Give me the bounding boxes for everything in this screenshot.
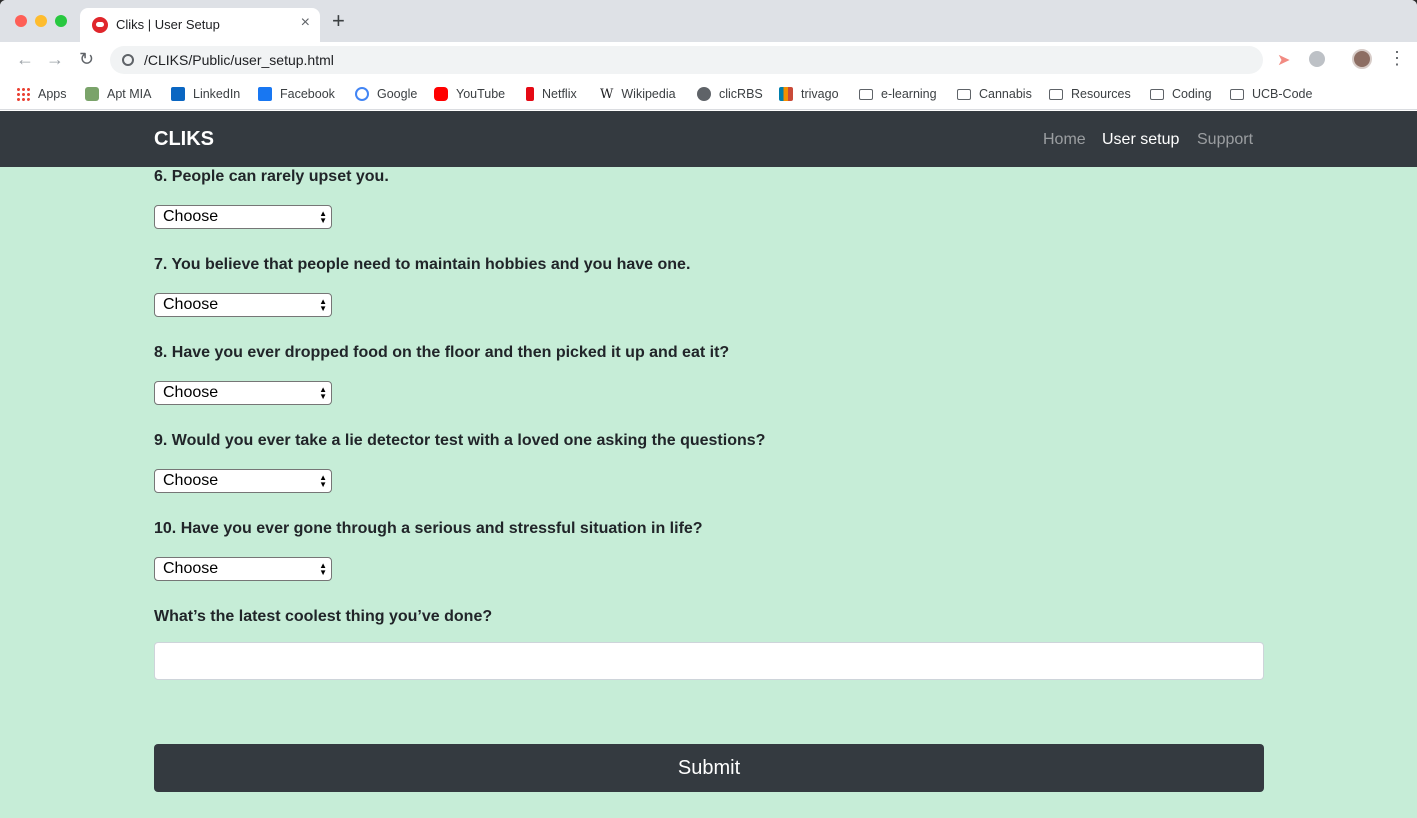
bookmark-folder-resources[interactable]: Resources [1049, 84, 1131, 104]
answer-select-9[interactable]: Choose ▲ ▼ [154, 469, 332, 493]
nav-link-user-setup[interactable]: User setup [1102, 131, 1179, 149]
address-bar[interactable]: /CLIKS/Public/user_setup.html [110, 46, 1263, 74]
open-question-label: What’s the latest coolest thing you’ve d… [154, 608, 493, 625]
bookmark-folder-cannabis[interactable]: Cannabis [957, 84, 1032, 104]
tab-close-icon[interactable]: × [301, 14, 310, 32]
bookmark-wikipedia[interactable]: W Wikipedia [600, 84, 676, 104]
page-content: 6. People can rarely upset you. Choose ▲… [0, 111, 1417, 818]
coolest-thing-input[interactable] [154, 642, 1264, 680]
cliks-favicon-icon [92, 17, 108, 33]
nav-link-home[interactable]: Home [1043, 131, 1086, 149]
forward-arrow-icon[interactable]: → [46, 50, 64, 68]
select-value: Choose [163, 560, 219, 577]
folder-icon [1150, 88, 1164, 100]
select-arrows-icon: ▲ ▼ [319, 385, 327, 401]
facebook-icon [258, 87, 272, 101]
netflix-icon [526, 87, 534, 101]
site-info-icon[interactable] [122, 54, 134, 66]
apps-icon [16, 87, 30, 101]
folder-icon [1049, 88, 1063, 100]
folder-icon [957, 88, 971, 100]
answer-select-10[interactable]: Choose ▲ ▼ [154, 557, 332, 581]
select-value: Choose [163, 296, 219, 313]
bookmark-apt-mia[interactable]: Apt MIA [85, 84, 151, 104]
question-7: 7. You believe that people need to maint… [154, 256, 691, 273]
question-6: 6. People can rarely upset you. [154, 168, 389, 185]
minimize-window-button[interactable] [35, 15, 47, 27]
answer-select-6[interactable]: Choose ▲ ▼ [154, 205, 332, 229]
tab-strip: Cliks | User Setup × + [0, 0, 1417, 42]
site-navbar: CLIKS Home User setup Support [0, 111, 1417, 167]
question-9: 9. Would you ever take a lie detector te… [154, 432, 766, 449]
answer-select-7[interactable]: Choose ▲ ▼ [154, 293, 332, 317]
tab-title: Cliks | User Setup [116, 17, 220, 32]
maximize-window-button[interactable] [55, 15, 67, 27]
back-arrow-icon[interactable]: ← [16, 50, 34, 68]
trivago-icon [779, 87, 793, 101]
close-window-button[interactable] [15, 15, 27, 27]
nav-link-support[interactable]: Support [1197, 131, 1253, 149]
browser-window: Cliks | User Setup × + ← → ↻ /CLIKS/Publ… [0, 0, 1417, 818]
question-10: 10. Have you ever gone through a serious… [154, 520, 703, 537]
select-arrows-icon: ▲ ▼ [319, 209, 327, 225]
extension-share-icon[interactable]: ➤ [1277, 50, 1290, 70]
bookmark-trivago[interactable]: trivago [779, 84, 839, 104]
bookmark-netflix[interactable]: Netflix [526, 84, 577, 104]
select-value: Choose [163, 208, 219, 225]
aptmia-icon [85, 87, 99, 101]
address-url[interactable]: /CLIKS/Public/user_setup.html [144, 52, 334, 68]
bookmarks-bar: Apps Apt MIA LinkedIn Facebook Google Yo… [0, 78, 1417, 110]
select-arrows-icon: ▲ ▼ [319, 297, 327, 313]
bookmark-folder-e-learning[interactable]: e-learning [859, 84, 937, 104]
submit-button[interactable]: Submit [154, 744, 1264, 792]
profile-avatar[interactable] [1352, 49, 1372, 69]
bookmark-youtube[interactable]: YouTube [434, 84, 505, 104]
bookmark-google[interactable]: Google [355, 84, 417, 104]
linkedin-icon [171, 87, 185, 101]
select-value: Choose [163, 472, 219, 489]
select-value: Choose [163, 384, 219, 401]
select-arrows-icon: ▲ ▼ [319, 473, 327, 489]
browser-toolbar: ← → ↻ /CLIKS/Public/user_setup.html ➤ ⋮ [0, 42, 1417, 78]
bookmark-folder-coding[interactable]: Coding [1150, 84, 1212, 104]
google-icon [355, 87, 369, 101]
bookmark-folder-ucb-code[interactable]: UCB-Code [1230, 84, 1312, 104]
bookmark-clicrbs[interactable]: clicRBS [697, 84, 763, 104]
site-brand[interactable]: CLIKS [154, 128, 214, 151]
browser-menu-icon[interactable]: ⋮ [1388, 48, 1406, 69]
youtube-icon [434, 87, 448, 101]
question-8: 8. Have you ever dropped food on the flo… [154, 344, 730, 361]
extension-icon[interactable] [1309, 51, 1325, 67]
browser-tab[interactable]: Cliks | User Setup × [80, 8, 320, 42]
bookmark-linkedin[interactable]: LinkedIn [171, 84, 240, 104]
new-tab-button[interactable]: + [332, 10, 345, 32]
reload-icon[interactable]: ↻ [79, 50, 94, 68]
bookmark-apps[interactable]: Apps [16, 84, 67, 104]
bookmark-facebook[interactable]: Facebook [258, 84, 335, 104]
folder-icon [1230, 88, 1244, 100]
clicrbs-icon [697, 87, 711, 101]
folder-icon [859, 88, 873, 100]
answer-select-8[interactable]: Choose ▲ ▼ [154, 381, 332, 405]
wikipedia-icon: W [600, 87, 614, 102]
select-arrows-icon: ▲ ▼ [319, 561, 327, 577]
